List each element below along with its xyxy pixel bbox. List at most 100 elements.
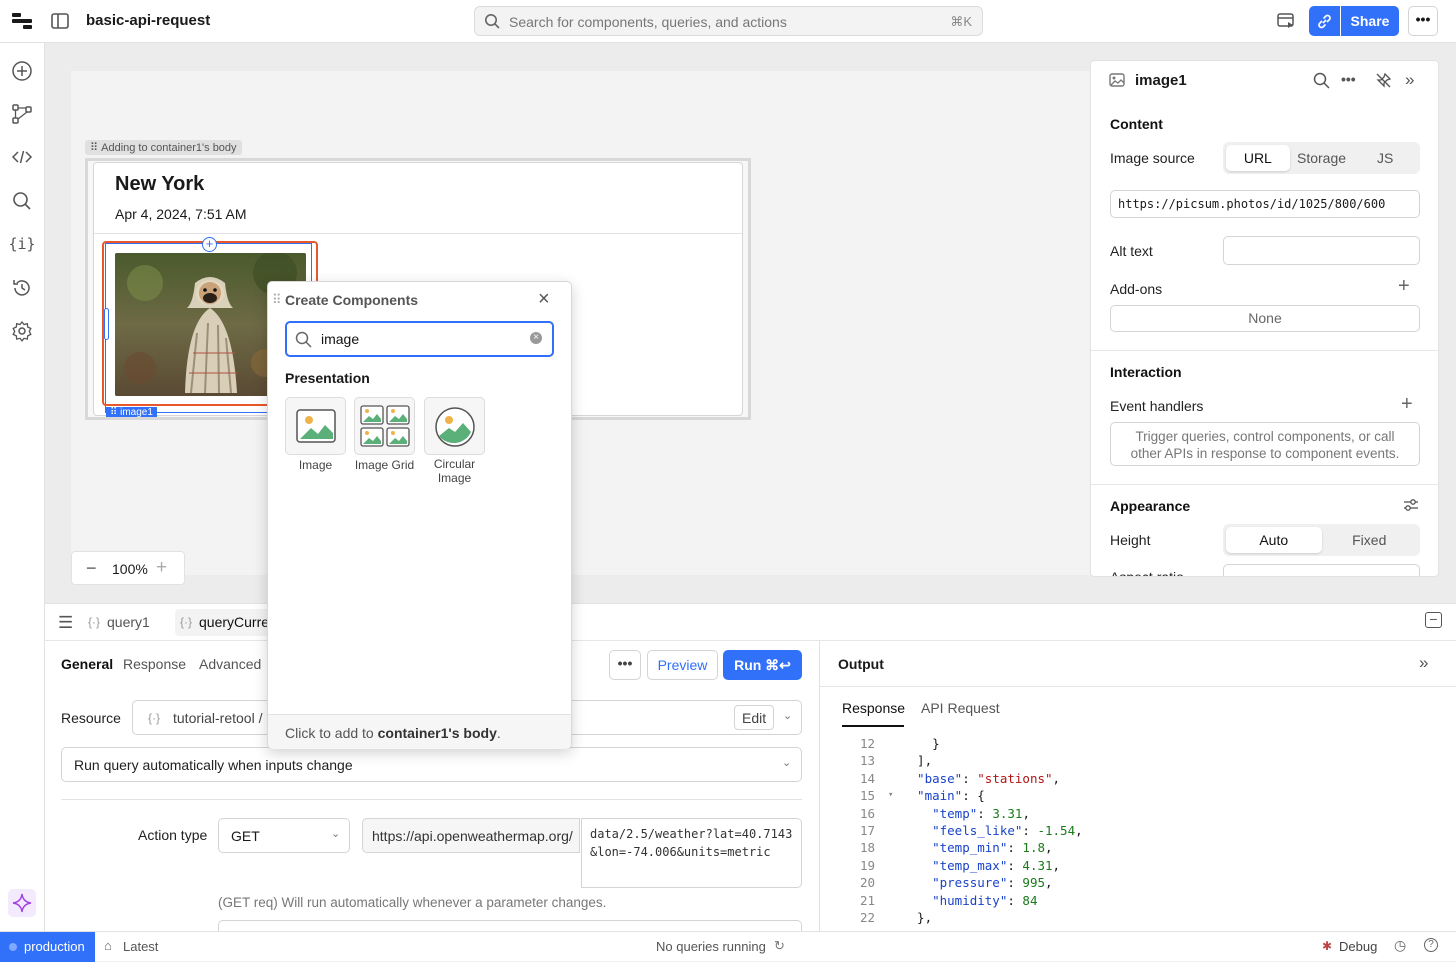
query-icon: {·} [88, 615, 101, 629]
copy-link-button[interactable] [1309, 6, 1340, 36]
query-icon: {·} [180, 615, 193, 629]
query-tab-active[interactable]: {·} queryCurre [175, 609, 275, 636]
line-number: 12 [859, 736, 875, 751]
image-source-toggle: URL Storage JS [1223, 142, 1420, 174]
event-handlers-hint: Trigger queries, control components, or … [1110, 422, 1420, 466]
line-number: 22 [859, 910, 875, 925]
chevron-down-icon: ⌄ [783, 710, 793, 722]
query-more-button[interactable]: ••• [609, 650, 641, 680]
history-status-icon[interactable]: ◷ [1394, 937, 1406, 954]
image-icon [296, 409, 336, 443]
query-tab-query1[interactable]: query1 [107, 614, 150, 630]
drag-handle-icon[interactable]: ⠿ [272, 292, 282, 308]
output-tab-api-request[interactable]: API Request [921, 700, 1000, 716]
edit-resource-button[interactable]: Edit [734, 705, 775, 730]
help-icon[interactable]: ? [1424, 938, 1438, 952]
query-tabs-bar: ☰ {·} query1 {·} queryCurre − [45, 604, 1456, 641]
code-line: "base": "stations", [902, 770, 1061, 786]
settings-gear-icon[interactable] [8, 317, 36, 345]
add-event-handler-icon[interactable]: + [1401, 393, 1413, 416]
retool-logo-icon[interactable] [10, 10, 34, 32]
query-list-menu-icon[interactable]: ☰ [58, 613, 73, 633]
popup-footer-text: Click to add to container1's body. [285, 725, 501, 741]
search-shortcut: ⌘K [950, 14, 972, 29]
resize-handle-left[interactable] [104, 308, 109, 340]
subtab-general[interactable]: General [61, 656, 113, 672]
inspector-more-icon[interactable]: ••• [1341, 71, 1356, 87]
component-search-input[interactable]: image × [285, 321, 554, 357]
create-components-popup: ⠿ Create Components × image × Presentati… [267, 281, 572, 749]
section-divider [1091, 350, 1438, 351]
source-tab-js[interactable]: JS [1353, 145, 1417, 171]
expand-output-icon[interactable]: » [1419, 653, 1428, 673]
add-component-icon[interactable] [8, 57, 36, 85]
code-line: "temp_min": 1.8, [902, 840, 1053, 856]
minimize-panel-icon[interactable]: − [1425, 612, 1442, 628]
line-number: 17 [859, 823, 875, 838]
line-number: 20 [859, 875, 875, 891]
search-icon [295, 331, 312, 348]
search-rail-icon[interactable] [8, 187, 36, 215]
sidebar-toggle-icon[interactable] [49, 10, 71, 32]
alt-text-input[interactable] [1223, 236, 1420, 265]
zoom-in-icon[interactable]: + [156, 557, 167, 579]
section-divider [1091, 484, 1438, 485]
circular-image-tile-label: Circular Image [433, 457, 476, 485]
component-tree-icon[interactable] [8, 100, 36, 128]
inspector-search-icon[interactable] [1313, 72, 1330, 89]
run-button[interactable]: Run ⌘↩ [723, 650, 802, 680]
preview-app-icon[interactable] [1274, 10, 1298, 32]
addons-value[interactable]: None [1110, 305, 1420, 332]
subtab-response[interactable]: Response [123, 656, 186, 672]
image-grid-tile[interactable] [354, 397, 415, 455]
preview-button[interactable]: Preview [647, 650, 718, 680]
image-url-input[interactable]: https://picsum.photos/id/1025/800/600 [1110, 190, 1420, 218]
global-search[interactable]: Search for components, queries, and acti… [474, 6, 983, 36]
history-icon[interactable] [8, 274, 36, 302]
zoom-out-icon[interactable]: − [86, 558, 97, 579]
height-auto-option[interactable]: Auto [1226, 527, 1322, 553]
style-settings-icon[interactable] [1403, 498, 1419, 512]
content-heading: Content [1110, 116, 1163, 132]
image-tile[interactable] [285, 397, 346, 455]
code-line: "humidity": 84 [902, 892, 1038, 908]
appearance-heading: Appearance [1110, 498, 1191, 514]
line-number: 18 [859, 840, 875, 856]
more-menu-button[interactable]: ••• [1408, 6, 1438, 36]
code-icon[interactable] [8, 143, 36, 171]
debug-button[interactable]: Debug [1339, 939, 1377, 954]
height-fixed-option[interactable]: Fixed [1322, 527, 1418, 553]
circular-image-tile[interactable] [424, 397, 485, 455]
line-number: 14 [859, 770, 875, 786]
app-title[interactable]: basic-api-request [86, 12, 210, 29]
source-tab-storage[interactable]: Storage [1290, 145, 1354, 171]
subtab-advanced[interactable]: Advanced [199, 656, 261, 672]
popup-footer: Click to add to container1's body. [268, 714, 571, 749]
code-line: "feels_like": -1.54, [902, 823, 1083, 838]
add-addon-icon[interactable]: + [1398, 275, 1410, 298]
section-presentation: Presentation [285, 370, 370, 386]
resource-icon: {·} [148, 711, 161, 725]
state-icon[interactable]: {i} [8, 230, 36, 258]
active-tab-indicator [842, 725, 904, 727]
link-icon [1316, 13, 1333, 30]
resize-handle-top-icon[interactable]: + [202, 237, 217, 252]
height-label: Height [1110, 532, 1151, 548]
unpin-icon[interactable] [1375, 72, 1392, 89]
environment-label: production [24, 939, 85, 954]
environment-badge[interactable]: production [0, 932, 95, 962]
fold-arrow-icon[interactable]: ▾ [888, 787, 893, 804]
status-bar: production ⌂ Latest No queries running ↻… [0, 931, 1456, 962]
source-tab-url[interactable]: URL [1226, 145, 1290, 171]
refresh-icon[interactable]: ↻ [774, 938, 785, 954]
line-number: 21 [859, 892, 875, 908]
close-icon[interactable]: × [538, 288, 550, 311]
clear-search-icon[interactable]: × [530, 332, 542, 344]
share-button[interactable]: Share [1341, 6, 1399, 36]
output-tab-response[interactable]: Response [842, 700, 905, 716]
aspect-ratio-input[interactable] [1223, 564, 1420, 576]
version-label[interactable]: Latest [123, 939, 158, 954]
collapse-panel-icon[interactable]: » [1405, 70, 1414, 90]
component-name[interactable]: image1 [1135, 72, 1187, 89]
code-line: ], [902, 753, 933, 769]
